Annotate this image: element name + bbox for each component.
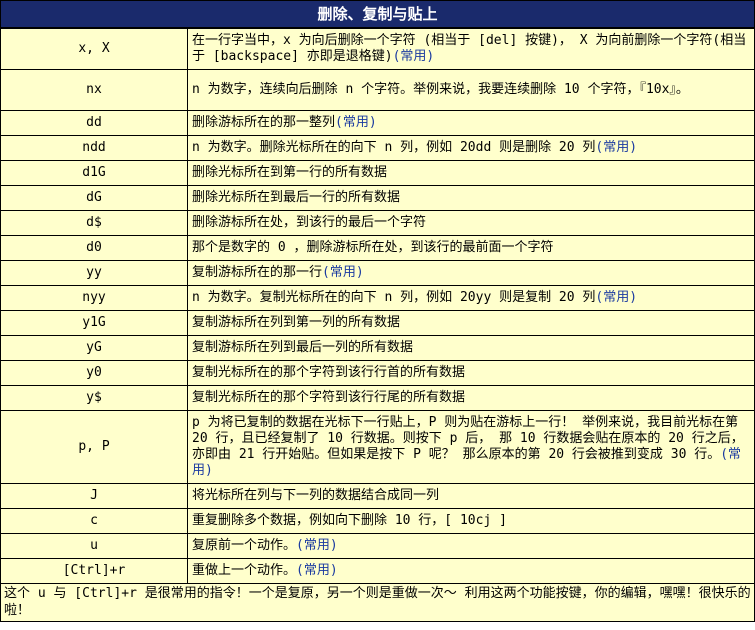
page-title: 删除、复制与贴上 bbox=[1, 1, 754, 28]
description-text: 复制游标所在列到第一列的所有数据 bbox=[192, 315, 401, 330]
common-tag: (常用) bbox=[322, 265, 364, 280]
command-key: y$ bbox=[1, 385, 188, 411]
command-table: x, X 在一行字当中，x 为向后删除一个字符 (相当于 [del] 按键)， … bbox=[1, 28, 754, 584]
table-row: d1G 删除光标所在到第一行的所有数据 bbox=[1, 160, 754, 186]
description-text: 那个是数字的 0 ，删除游标所在处，到该行的最前面一个字符 bbox=[192, 240, 554, 255]
command-description: 复制游标所在列到第一列的所有数据 bbox=[187, 310, 754, 336]
command-key: [Ctrl]+r bbox=[1, 558, 188, 584]
common-tag: (常用) bbox=[595, 140, 638, 155]
description-text: 删除光标所在到第一行的所有数据 bbox=[192, 165, 388, 180]
command-description: 复制游标所在列到最后一列的所有数据 bbox=[187, 335, 754, 361]
common-tag: (常用) bbox=[392, 49, 435, 64]
description-text: 删除游标所在处，到该行的最后一个字符 bbox=[192, 215, 427, 230]
description-text: 在一行字当中，x 为向后删除一个字符 (相当于 [del] 按键)， X 为向前… bbox=[192, 33, 747, 64]
command-description: 重做上一个动作。(常用) bbox=[187, 558, 754, 584]
table-row: nx n 为数字，连续向后删除 n 个字符。举例来说，我要连续删除 10 个字符… bbox=[1, 69, 754, 111]
command-sheet: 删除、复制与贴上 x, X 在一行字当中，x 为向后删除一个字符 (相当于 [d… bbox=[0, 0, 755, 622]
command-description: 删除游标所在的那一整列(常用) bbox=[187, 110, 754, 136]
command-key: y0 bbox=[1, 360, 188, 386]
command-description: 那个是数字的 0 ，删除游标所在处，到该行的最前面一个字符 bbox=[187, 235, 754, 261]
table-row: u 复原前一个动作。(常用) bbox=[1, 533, 754, 559]
command-key: c bbox=[1, 508, 188, 534]
command-description: 在一行字当中，x 为向后删除一个字符 (相当于 [del] 按键)， X 为向前… bbox=[187, 28, 754, 70]
description-text: 复制游标所在的那一行 bbox=[192, 265, 323, 280]
table-row: dd 删除游标所在的那一整列(常用) bbox=[1, 110, 754, 136]
command-description: 复制游标所在的那一行(常用) bbox=[187, 260, 754, 286]
command-key: d$ bbox=[1, 210, 188, 236]
command-key: J bbox=[1, 483, 188, 509]
description-text: 重做上一个动作。 bbox=[192, 563, 297, 578]
description-text: 复原前一个动作。 bbox=[192, 538, 297, 553]
command-key: d1G bbox=[1, 160, 188, 186]
table-row: J 将光标所在列与下一列的数据结合成同一列 bbox=[1, 483, 754, 509]
table-row: nyy n 为数字。复制光标所在的向下 n 列，例如 20yy 则是复制 20 … bbox=[1, 285, 754, 311]
command-description: 复原前一个动作。(常用) bbox=[187, 533, 754, 559]
table-row: ndd n 为数字。删除光标所在的向下 n 列，例如 20dd 则是删除 20 … bbox=[1, 135, 754, 161]
table-row: d$ 删除游标所在处，到该行的最后一个字符 bbox=[1, 210, 754, 236]
table-row: [Ctrl]+r 重做上一个动作。(常用) bbox=[1, 558, 754, 584]
description-text: 删除游标所在的那一整列 bbox=[192, 115, 336, 130]
command-description: n 为数字。删除光标所在的向下 n 列，例如 20dd 则是删除 20 列(常用… bbox=[187, 135, 754, 161]
command-description: 删除游标所在处，到该行的最后一个字符 bbox=[187, 210, 754, 236]
common-tag: (常用) bbox=[595, 290, 638, 305]
table-row: x, X 在一行字当中，x 为向后删除一个字符 (相当于 [del] 按键)， … bbox=[1, 28, 754, 70]
description-text: n 为数字。删除光标所在的向下 n 列，例如 20dd 则是删除 20 列 bbox=[192, 140, 596, 155]
command-description: n 为数字，连续向后删除 n 个字符。举例来说，我要连续删除 10 个字符，『1… bbox=[187, 69, 754, 111]
command-key: dG bbox=[1, 185, 188, 211]
common-tag: (常用) bbox=[296, 563, 338, 578]
description-text: 删除光标所在到最后一行的所有数据 bbox=[192, 190, 401, 205]
description-text: 将光标所在列与下一列的数据结合成同一列 bbox=[192, 488, 440, 503]
description-text: p 为将已复制的数据在光标下一行贴上，P 则为贴在游标上一行！ 举例来说，我目前… bbox=[192, 415, 744, 462]
table-row: d0 那个是数字的 0 ，删除游标所在处，到该行的最前面一个字符 bbox=[1, 235, 754, 261]
command-key: nyy bbox=[1, 285, 188, 311]
common-tag: (常用) bbox=[335, 115, 377, 130]
command-description: 复制光标所在的那个字符到该行行尾的所有数据 bbox=[187, 385, 754, 411]
table-row: y0 复制光标所在的那个字符到该行行首的所有数据 bbox=[1, 360, 754, 386]
description-text: 复制光标所在的那个字符到该行行首的所有数据 bbox=[192, 365, 466, 380]
table-row: yy 复制游标所在的那一行(常用) bbox=[1, 260, 754, 286]
description-text: n 为数字。复制光标所在的向下 n 列，例如 20yy 则是复制 20 列 bbox=[192, 290, 596, 305]
table-row: c 重复删除多个数据，例如向下删除 10 行，[ 10cj ] bbox=[1, 508, 754, 534]
command-description: n 为数字。复制光标所在的向下 n 列，例如 20yy 则是复制 20 列(常用… bbox=[187, 285, 754, 311]
command-description: 复制光标所在的那个字符到该行行首的所有数据 bbox=[187, 360, 754, 386]
command-key: y1G bbox=[1, 310, 188, 336]
command-key: ndd bbox=[1, 135, 188, 161]
table-row: y$ 复制光标所在的那个字符到该行行尾的所有数据 bbox=[1, 385, 754, 411]
command-key: nx bbox=[1, 69, 188, 111]
table-row: dG 删除光标所在到最后一行的所有数据 bbox=[1, 185, 754, 211]
table-row: yG 复制游标所在列到最后一列的所有数据 bbox=[1, 335, 754, 361]
command-description: p 为将已复制的数据在光标下一行贴上，P 则为贴在游标上一行！ 举例来说，我目前… bbox=[187, 410, 754, 484]
command-key: dd bbox=[1, 110, 188, 136]
command-key: p, P bbox=[1, 410, 188, 484]
command-key: yy bbox=[1, 260, 188, 286]
command-description: 将光标所在列与下一列的数据结合成同一列 bbox=[187, 483, 754, 509]
command-key: d0 bbox=[1, 235, 188, 261]
description-text: 复制游标所在列到最后一列的所有数据 bbox=[192, 340, 414, 355]
description-text: n 为数字，连续向后删除 n 个字符。举例来说，我要连续删除 10 个字符，『1… bbox=[192, 82, 689, 97]
table-row: y1G 复制游标所在列到第一列的所有数据 bbox=[1, 310, 754, 336]
command-description: 重复删除多个数据，例如向下删除 10 行，[ 10cj ] bbox=[187, 508, 754, 534]
description-text: 复制光标所在的那个字符到该行行尾的所有数据 bbox=[192, 390, 466, 405]
table-row: p, P p 为将已复制的数据在光标下一行贴上，P 则为贴在游标上一行！ 举例来… bbox=[1, 410, 754, 484]
footer-note: 这个 u 与 [Ctrl]+r 是很常用的指令！一个是复原，另一个则是重做一次～… bbox=[4, 586, 751, 618]
command-key: u bbox=[1, 533, 188, 559]
common-tag: (常用) bbox=[296, 538, 338, 553]
description-text: 重复删除多个数据，例如向下删除 10 行，[ 10cj ] bbox=[192, 513, 507, 528]
command-description: 删除光标所在到第一行的所有数据 bbox=[187, 160, 754, 186]
command-key: yG bbox=[1, 335, 188, 361]
command-key: x, X bbox=[1, 28, 188, 70]
command-description: 删除光标所在到最后一行的所有数据 bbox=[187, 185, 754, 211]
